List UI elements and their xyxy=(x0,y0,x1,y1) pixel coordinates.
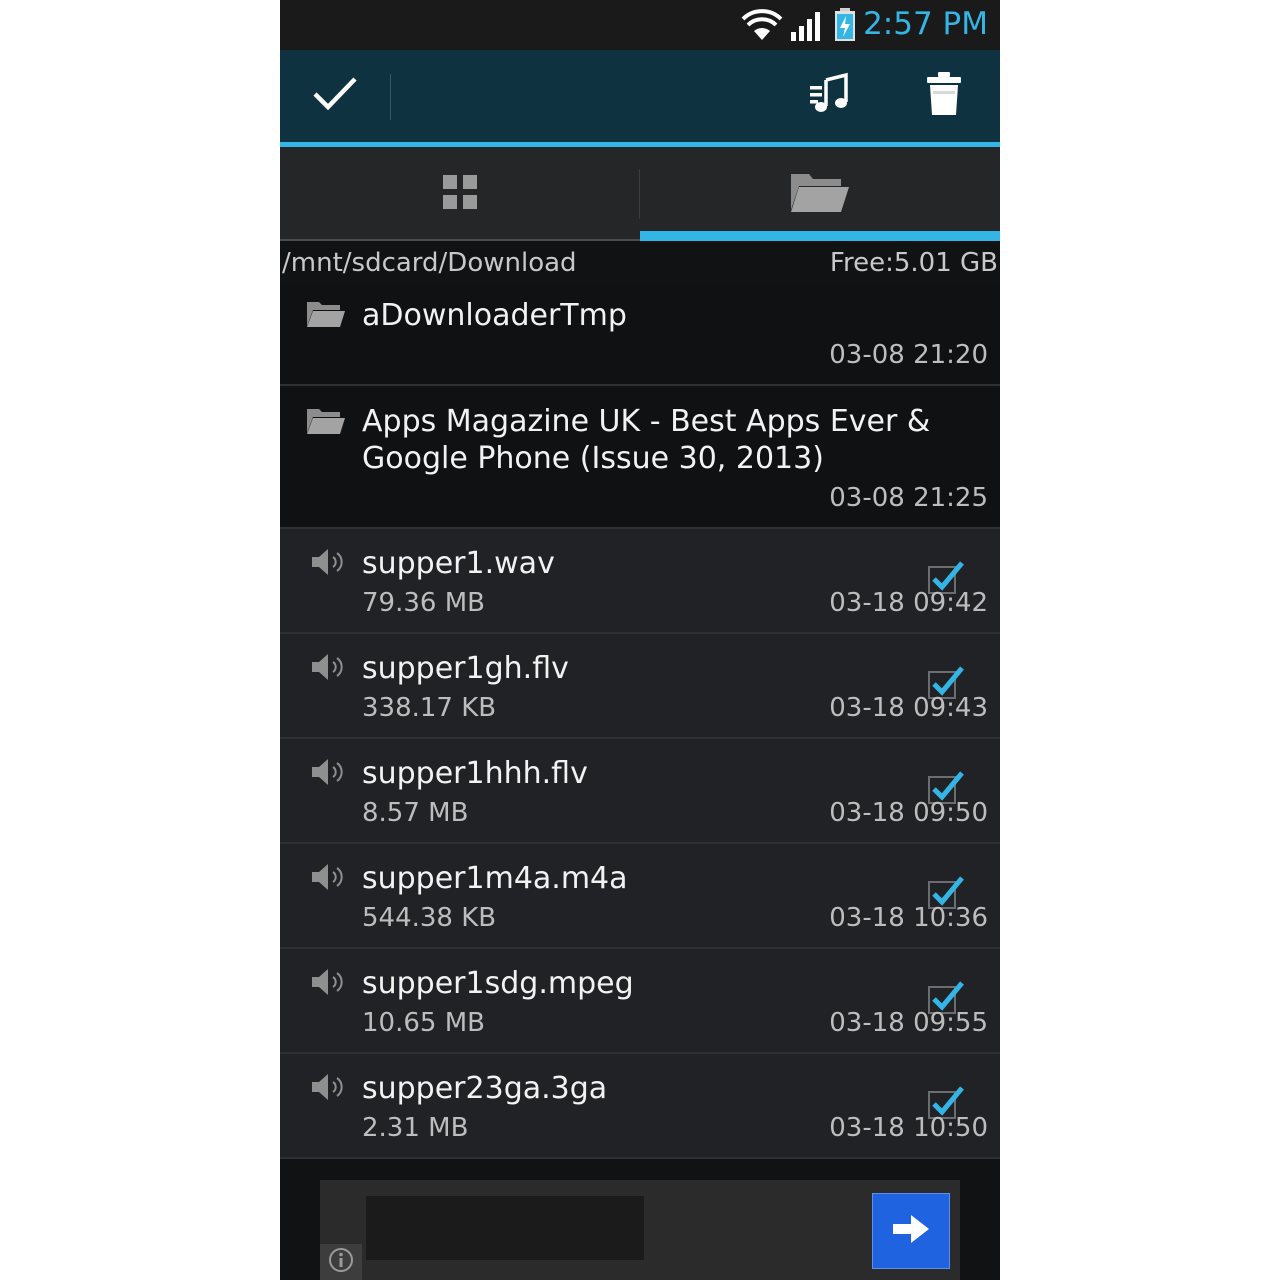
file-date: 03-18 09:55 xyxy=(829,1008,988,1038)
status-bar: 2:57 PM xyxy=(280,0,1000,50)
ad-go-button[interactable] xyxy=(872,1193,950,1269)
trash-icon xyxy=(924,71,964,121)
file-name: supper1hhh.flv xyxy=(362,756,588,791)
checkmark-icon xyxy=(311,74,359,118)
file-name: supper23ga.3ga xyxy=(362,1071,608,1106)
folder-icon xyxy=(789,170,851,218)
folder-row[interactable]: Apps Magazine UK - Best Apps Ever & Goog… xyxy=(280,386,1000,529)
current-path: /mnt/sdcard/Download xyxy=(282,248,577,278)
file-size: 2.31 MB xyxy=(362,1113,469,1143)
ad-info-button[interactable] xyxy=(320,1244,362,1280)
file-row[interactable]: supper1hhh.flv 8.57 MB 03-18 09:50 xyxy=(280,739,1000,844)
tab-folders[interactable] xyxy=(640,147,1000,241)
status-time: 2:57 PM xyxy=(863,6,988,42)
arrow-right-icon xyxy=(891,1213,931,1249)
file-name: supper1gh.flv xyxy=(362,651,569,686)
audio-file-icon xyxy=(310,861,346,897)
battery-charging-icon xyxy=(834,8,856,46)
tab-selected-indicator xyxy=(640,231,1000,241)
folder-name-line-1: Apps Magazine UK - Best Apps Ever & xyxy=(362,404,931,439)
action-bar-divider xyxy=(390,74,391,120)
file-name: supper1sdg.mpeg xyxy=(362,966,634,1001)
signal-icon xyxy=(790,10,822,46)
wifi-icon xyxy=(740,8,784,46)
phone-screen: 2:57 PM /mnt/sdcard/Download Free:5.01 G… xyxy=(280,0,1000,1280)
folder-name: aDownloaderTmp xyxy=(362,298,627,333)
action-bar xyxy=(280,50,1000,147)
file-name: supper1m4a.m4a xyxy=(362,861,628,896)
add-to-playlist-button[interactable] xyxy=(790,50,870,142)
file-date: 03-18 09:50 xyxy=(829,798,988,828)
audio-file-icon xyxy=(310,1071,346,1107)
folder-date: 03-08 21:25 xyxy=(829,483,988,513)
folder-date: 03-08 21:20 xyxy=(829,340,988,370)
file-row[interactable]: supper1gh.flv 338.17 KB 03-18 09:43 xyxy=(280,634,1000,739)
file-row[interactable]: supper1sdg.mpeg 10.65 MB 03-18 09:55 xyxy=(280,949,1000,1054)
file-size: 8.57 MB xyxy=(362,798,469,828)
file-size: 338.17 KB xyxy=(362,693,497,723)
folder-icon xyxy=(306,406,346,440)
audio-file-icon xyxy=(310,966,346,1002)
file-size: 79.36 MB xyxy=(362,588,485,618)
file-list: aDownloaderTmp 03-08 21:20 Apps Magazine… xyxy=(280,285,1000,1159)
ad-banner[interactable] xyxy=(320,1180,960,1280)
audio-file-icon xyxy=(310,756,346,792)
tab-bar xyxy=(280,147,1000,241)
info-icon xyxy=(328,1247,354,1277)
file-date: 03-18 09:43 xyxy=(829,693,988,723)
folder-row[interactable]: aDownloaderTmp 03-08 21:20 xyxy=(280,285,1000,386)
done-button[interactable] xyxy=(280,50,390,142)
file-row[interactable]: supper1.wav 79.36 MB 03-18 09:42 xyxy=(280,529,1000,634)
audio-file-icon xyxy=(310,546,346,582)
file-date: 03-18 09:42 xyxy=(829,588,988,618)
file-row[interactable]: supper1m4a.m4a 544.38 KB 03-18 10:36 xyxy=(280,844,1000,949)
file-name: supper1.wav xyxy=(362,546,555,581)
folder-icon xyxy=(306,299,346,333)
file-size: 10.65 MB xyxy=(362,1008,485,1038)
audio-file-icon xyxy=(310,651,346,687)
delete-button[interactable] xyxy=(904,50,984,142)
free-space: Free:5.01 GB xyxy=(829,248,998,278)
ad-content xyxy=(366,1196,644,1260)
file-date: 03-18 10:50 xyxy=(829,1113,988,1143)
path-bar: /mnt/sdcard/Download Free:5.01 GB xyxy=(280,243,1000,285)
tab-underline xyxy=(280,239,640,241)
file-row[interactable]: supper23ga.3ga 2.31 MB 03-18 10:50 xyxy=(280,1054,1000,1159)
tab-categories[interactable] xyxy=(280,147,640,241)
music-playlist-icon xyxy=(808,72,852,120)
file-size: 544.38 KB xyxy=(362,903,497,933)
grid-icon xyxy=(442,174,478,214)
file-date: 03-18 10:36 xyxy=(829,903,988,933)
folder-name-line-2: Google Phone (Issue 30, 2013) xyxy=(362,441,824,476)
